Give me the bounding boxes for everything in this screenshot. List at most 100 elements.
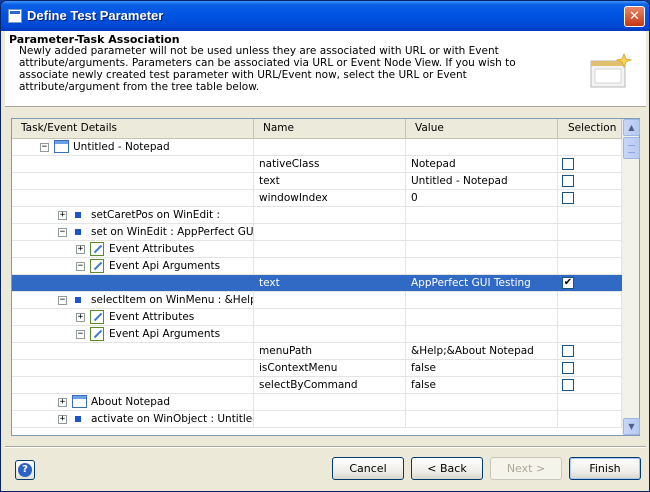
selection-cell bbox=[558, 411, 622, 427]
selection-checkbox[interactable] bbox=[562, 379, 574, 391]
scroll-up-button[interactable]: ▲ bbox=[623, 119, 640, 136]
selection-cell bbox=[558, 394, 622, 410]
app-window-icon bbox=[8, 9, 22, 23]
table-row[interactable]: selectByCommand false bbox=[12, 377, 622, 394]
task-label: activate on WinObject : Untitled - bbox=[91, 413, 254, 425]
value-cell bbox=[406, 309, 558, 325]
collapse-icon[interactable]: − bbox=[58, 228, 67, 237]
expand-icon[interactable]: + bbox=[58, 398, 67, 407]
collapse-icon[interactable]: − bbox=[58, 296, 67, 305]
table-row[interactable]: + activate on WinObject : Untitled - bbox=[12, 411, 622, 428]
selection-checkbox[interactable] bbox=[562, 192, 574, 204]
name-cell bbox=[254, 394, 406, 410]
table-row[interactable]: − set on WinEdit : AppPerfect GUI T bbox=[12, 224, 622, 241]
task-cell: + setCaretPos on WinEdit : bbox=[12, 207, 254, 223]
name-cell: windowIndex bbox=[254, 190, 406, 206]
name-cell bbox=[254, 241, 406, 257]
value-cell: &Help;&About Notepad bbox=[406, 343, 558, 359]
table-row[interactable]: text AppPerfect GUI Testing ✔ bbox=[12, 275, 622, 292]
value-cell bbox=[406, 411, 558, 427]
task-cell: − Event Api Arguments bbox=[12, 326, 254, 342]
task-cell: − Event Api Arguments bbox=[12, 258, 254, 274]
value-cell: Untitled - Notepad bbox=[406, 173, 558, 189]
wizard-header: Parameter-Task Association Newly added p… bbox=[5, 31, 646, 107]
finish-button[interactable]: Finish bbox=[569, 457, 641, 480]
next-button[interactable]: Next > bbox=[490, 457, 562, 480]
value-cell: false bbox=[406, 360, 558, 376]
table-row[interactable]: − selectItem on WinMenu : &Help;& bbox=[12, 292, 622, 309]
selection-cell bbox=[558, 326, 622, 342]
selection-cell bbox=[558, 343, 622, 359]
selection-cell bbox=[558, 292, 622, 308]
title-bar: Define Test Parameter ✕ bbox=[1, 1, 649, 31]
edit-icon bbox=[90, 310, 104, 324]
selection-cell bbox=[558, 139, 622, 155]
expand-icon[interactable]: + bbox=[58, 415, 67, 424]
task-cell: + Event Attributes bbox=[12, 241, 254, 257]
table-row[interactable]: + setCaretPos on WinEdit : bbox=[12, 207, 622, 224]
column-header-task[interactable]: Task/Event Details bbox=[12, 119, 254, 139]
table-row[interactable]: + About Notepad bbox=[12, 394, 622, 411]
event-icon bbox=[75, 297, 81, 303]
selection-cell bbox=[558, 156, 622, 172]
collapse-icon[interactable]: − bbox=[76, 330, 85, 339]
selection-cell bbox=[558, 241, 622, 257]
collapse-icon[interactable]: − bbox=[76, 262, 85, 271]
scroll-thumb[interactable] bbox=[623, 137, 640, 159]
expand-icon[interactable]: + bbox=[76, 245, 85, 254]
name-cell bbox=[254, 309, 406, 325]
name-cell bbox=[254, 139, 406, 155]
value-cell bbox=[406, 258, 558, 274]
close-button[interactable]: ✕ bbox=[624, 6, 645, 27]
selection-checkbox[interactable] bbox=[562, 362, 574, 374]
table-row[interactable]: text Untitled - Notepad bbox=[12, 173, 622, 190]
value-cell: false bbox=[406, 377, 558, 393]
help-button[interactable]: ? bbox=[15, 460, 35, 480]
table-row[interactable]: windowIndex 0 bbox=[12, 190, 622, 207]
window-title: Define Test Parameter bbox=[27, 8, 164, 23]
dialog-window: Define Test Parameter ✕ Parameter-Task A… bbox=[0, 0, 650, 492]
tree-table[interactable]: Task/Event Details Name Value Selection … bbox=[11, 118, 640, 436]
selection-checkbox[interactable] bbox=[562, 345, 574, 357]
value-cell bbox=[406, 241, 558, 257]
vertical-scrollbar[interactable]: ▲ ▼ bbox=[622, 119, 640, 435]
name-cell bbox=[254, 411, 406, 427]
table-row[interactable]: nativeClass Notepad bbox=[12, 156, 622, 173]
value-cell bbox=[406, 292, 558, 308]
task-cell bbox=[12, 173, 254, 189]
expand-icon[interactable]: + bbox=[76, 313, 85, 322]
scroll-down-button[interactable]: ▼ bbox=[623, 418, 640, 435]
task-label: Event Attributes bbox=[109, 243, 195, 255]
table-row[interactable]: − Untitled - Notepad bbox=[12, 139, 622, 156]
selection-cell bbox=[558, 377, 622, 393]
selection-checkbox[interactable]: ✔ bbox=[562, 277, 574, 289]
collapse-icon[interactable]: − bbox=[40, 143, 49, 152]
table-body: − Untitled - Notepad nativeClass Notepad tex… bbox=[12, 139, 622, 435]
column-header-value[interactable]: Value bbox=[406, 119, 558, 139]
table-row[interactable]: − Event Api Arguments bbox=[12, 258, 622, 275]
task-label: Event Attributes bbox=[109, 311, 195, 323]
task-label: selectItem on WinMenu : &Help;& bbox=[91, 294, 254, 306]
expand-icon[interactable]: + bbox=[58, 211, 67, 220]
table-row[interactable]: − Event Api Arguments bbox=[12, 326, 622, 343]
selection-cell bbox=[558, 360, 622, 376]
task-label: Untitled - Notepad bbox=[73, 141, 170, 153]
value-cell bbox=[406, 326, 558, 342]
task-label: setCaretPos on WinEdit : bbox=[91, 209, 221, 221]
task-cell: + activate on WinObject : Untitled - bbox=[12, 411, 254, 427]
selection-checkbox[interactable] bbox=[562, 158, 574, 170]
cancel-button[interactable]: Cancel bbox=[332, 457, 404, 480]
selection-cell: ✔ bbox=[558, 275, 622, 291]
table-row[interactable]: menuPath &Help;&About Notepad bbox=[12, 343, 622, 360]
task-cell: − selectItem on WinMenu : &Help;& bbox=[12, 292, 254, 308]
table-row[interactable]: + Event Attributes bbox=[12, 309, 622, 326]
name-cell bbox=[254, 224, 406, 240]
selection-checkbox[interactable] bbox=[562, 175, 574, 187]
column-header-selection[interactable]: Selection bbox=[558, 119, 622, 139]
table-row[interactable]: + Event Attributes bbox=[12, 241, 622, 258]
column-header-name[interactable]: Name bbox=[254, 119, 406, 139]
back-button[interactable]: < Back bbox=[411, 457, 483, 480]
value-cell bbox=[406, 207, 558, 223]
table-row[interactable]: isContextMenu false bbox=[12, 360, 622, 377]
value-cell: AppPerfect GUI Testing bbox=[406, 275, 558, 291]
